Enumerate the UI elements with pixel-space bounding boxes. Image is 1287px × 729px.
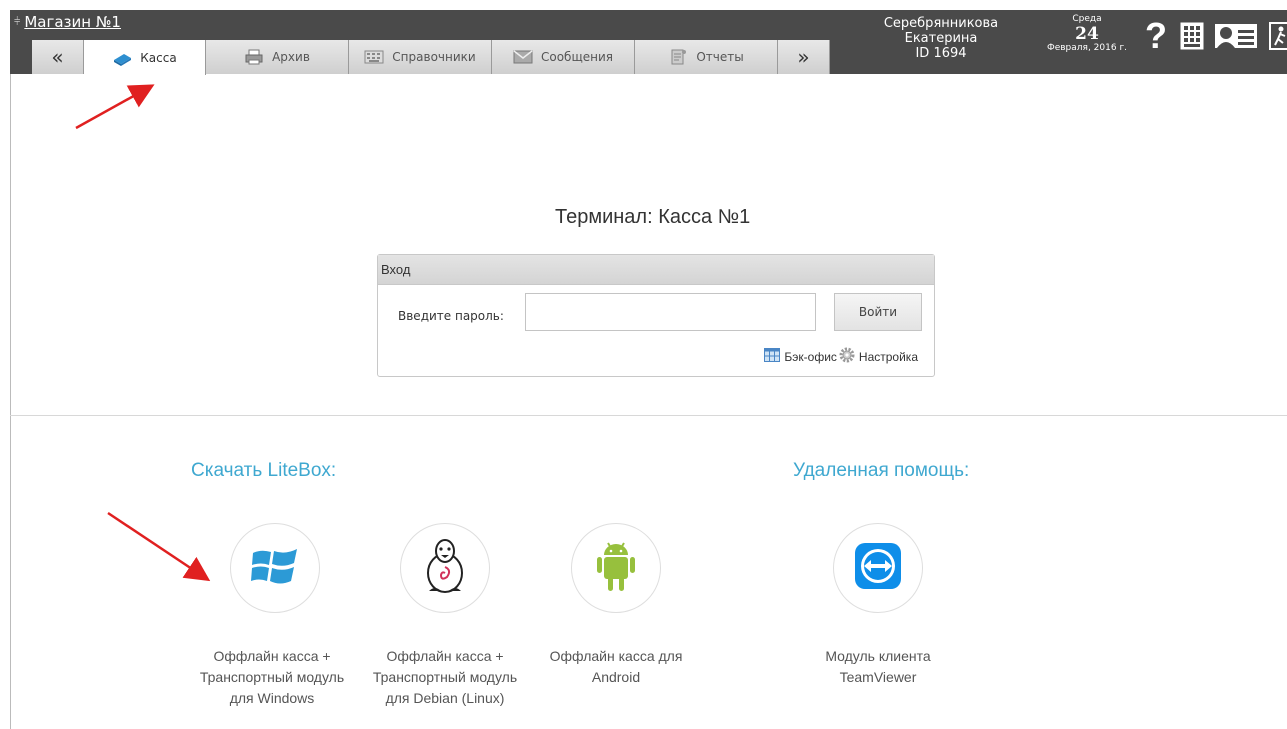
annotation-arrow-tab (75, 84, 155, 130)
annotation-arrows (75, 84, 211, 582)
annotation-arrow-download (107, 511, 211, 582)
